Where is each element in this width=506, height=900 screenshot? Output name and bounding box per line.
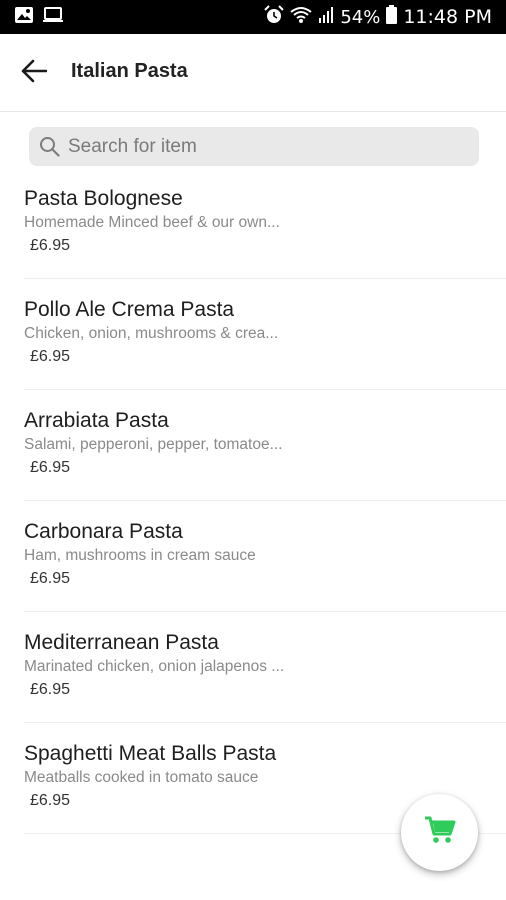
- item-name: Carbonara Pasta: [24, 520, 183, 543]
- item-name: Mediterranean Pasta: [24, 631, 219, 654]
- status-left: [14, 6, 64, 29]
- list-item[interactable]: Arrabiata Pasta Salami, pepperoni, peppe…: [24, 390, 506, 501]
- status-right: 54% 11:48 PM: [264, 4, 492, 30]
- item-name: Pasta Bolognese: [24, 187, 183, 210]
- status-bar: 54% 11:48 PM: [0, 0, 506, 34]
- item-price: £6.95: [30, 681, 71, 698]
- item-description: Chicken, onion, mushrooms & crea...: [24, 325, 279, 342]
- item-price: £6.95: [30, 237, 71, 254]
- list-item[interactable]: Pollo Ale Crema Pasta Chicken, onion, mu…: [24, 279, 506, 390]
- clock: 11:48 PM: [403, 6, 492, 28]
- page-title: Italian Pasta: [71, 60, 188, 82]
- wifi-icon: [290, 6, 312, 29]
- item-price: £6.95: [30, 459, 71, 476]
- item-description: Ham, mushrooms in cream sauce: [24, 547, 256, 564]
- item-description: Meatballs cooked in tomato sauce: [24, 769, 259, 786]
- item-name: Pollo Ale Crema Pasta: [24, 298, 235, 321]
- image-icon: [14, 6, 34, 29]
- signal-icon: [318, 6, 334, 29]
- cart-icon: [424, 815, 456, 850]
- item-description: Marinated chicken, onion jalapenos ...: [24, 658, 285, 675]
- search-input[interactable]: [68, 127, 468, 166]
- list-item[interactable]: Pasta Bolognese Homemade Minced beef & o…: [24, 168, 506, 279]
- item-description: Homemade Minced beef & our own...: [24, 214, 280, 231]
- item-description: Salami, pepperoni, pepper, tomatoe...: [24, 436, 283, 453]
- item-price: £6.95: [30, 792, 71, 809]
- arrow-left-icon: [21, 59, 48, 88]
- item-name: Arrabiata Pasta: [24, 409, 169, 432]
- laptop-icon: [42, 6, 64, 29]
- alarm-icon: [264, 4, 285, 30]
- cart-button[interactable]: [401, 794, 478, 871]
- menu-item-list: Pasta Bolognese Homemade Minced beef & o…: [0, 168, 506, 834]
- item-name: Spaghetti Meat Balls Pasta: [24, 742, 277, 765]
- battery-percent: 54%: [340, 6, 381, 28]
- search-bar[interactable]: [29, 127, 479, 166]
- item-price: £6.95: [30, 570, 71, 587]
- list-item[interactable]: Carbonara Pasta Ham, mushrooms in cream …: [24, 501, 506, 612]
- battery-icon: [386, 5, 398, 29]
- item-price: £6.95: [30, 348, 71, 365]
- back-button[interactable]: [20, 59, 48, 87]
- list-item[interactable]: Mediterranean Pasta Marinated chicken, o…: [24, 612, 506, 723]
- search-icon: [39, 136, 60, 157]
- app-bar: Italian Pasta: [0, 34, 506, 112]
